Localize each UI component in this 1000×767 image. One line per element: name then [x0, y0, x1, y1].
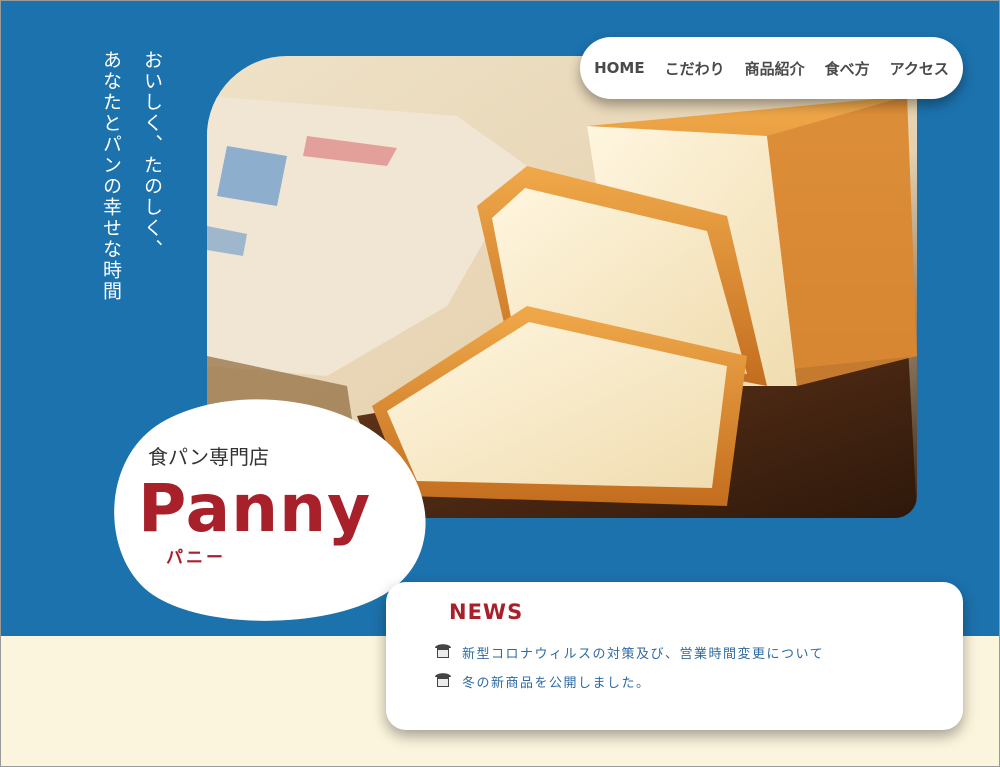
- page-frame: [0, 0, 1000, 767]
